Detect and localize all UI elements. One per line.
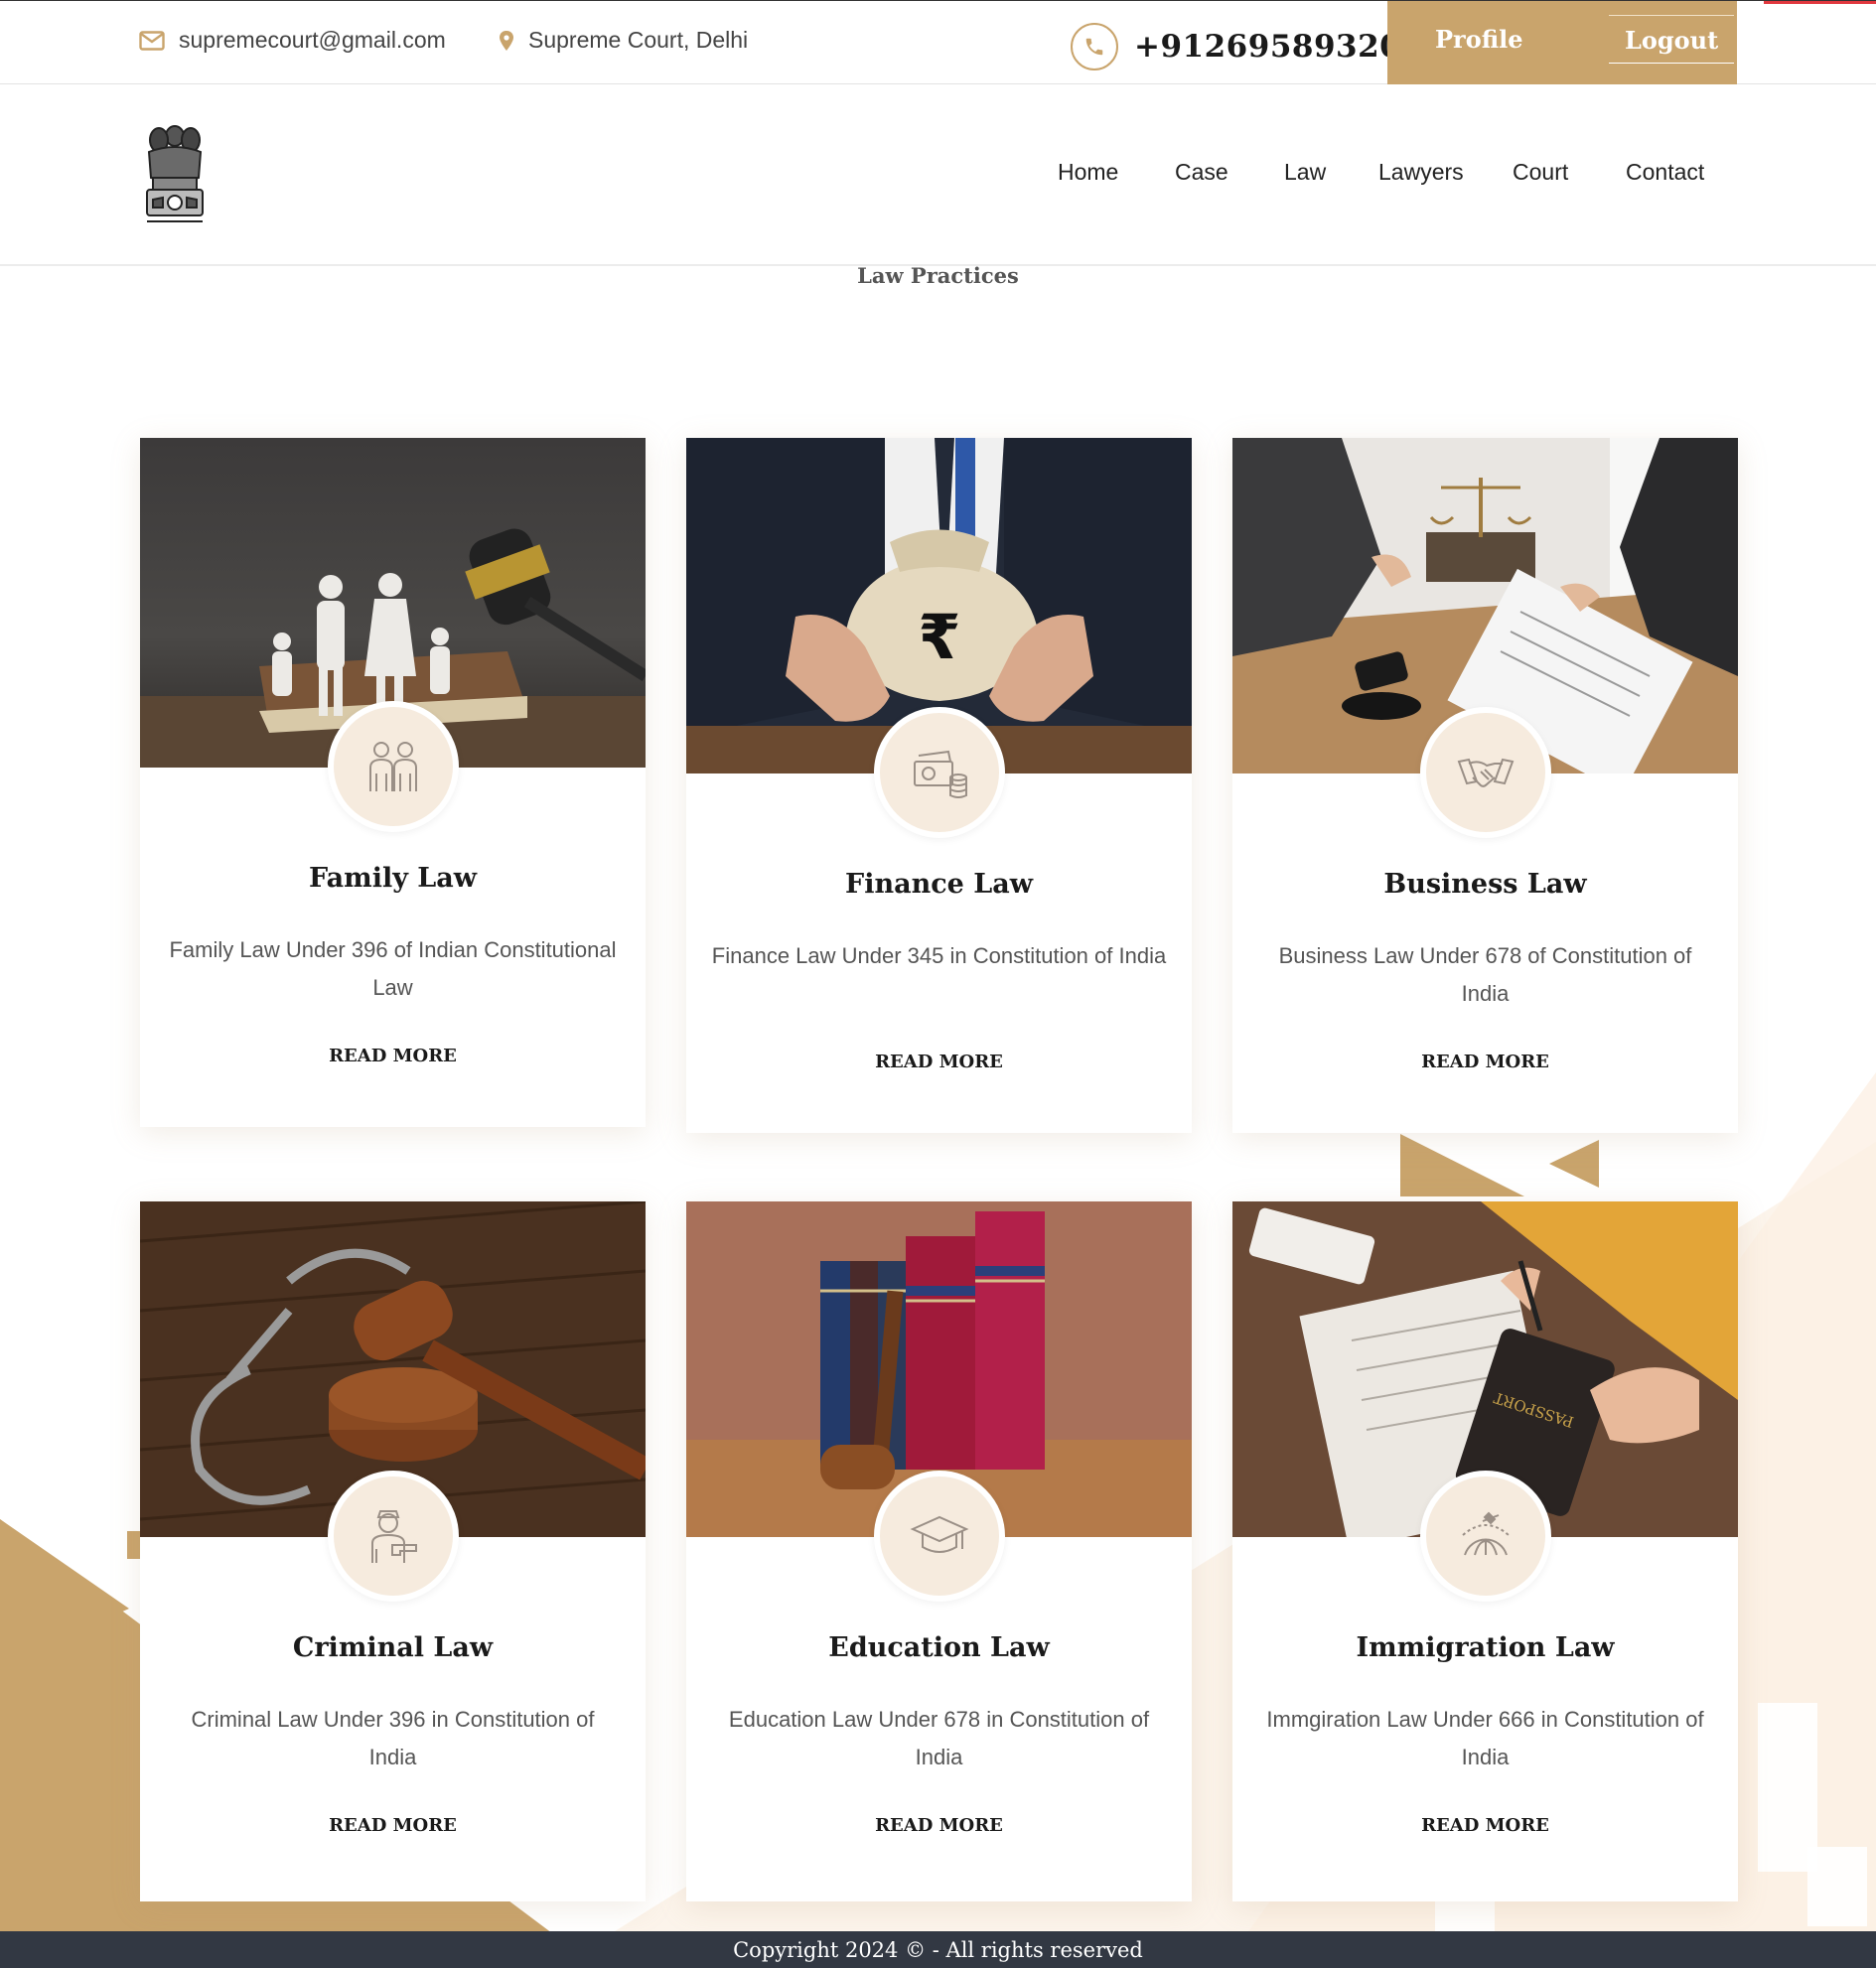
family-icon bbox=[328, 701, 459, 832]
email-text: supremecourt@gmail.com bbox=[179, 27, 446, 53]
practice-card-immigration-law: PASSPORT Immigration Law Immgiration Law… bbox=[1232, 1201, 1738, 1901]
section-title: Law Practices bbox=[857, 263, 1019, 288]
copyright-text: Copyright 2024 © - All rights reserved bbox=[733, 1938, 1143, 1962]
nav-lawyers[interactable]: Lawyers bbox=[1378, 159, 1464, 186]
money-icon bbox=[874, 707, 1005, 838]
card-description: Business Law Under 678 of Constitution o… bbox=[1278, 943, 1692, 1006]
map-pin-icon bbox=[500, 30, 513, 51]
graduation-cap-icon bbox=[874, 1471, 1005, 1602]
top-bar: supremecourt@gmail.com Supreme Court, De… bbox=[0, 0, 1876, 84]
read-more-link[interactable]: READ MORE bbox=[686, 1052, 1192, 1072]
footer: Copyright 2024 © - All rights reserved bbox=[0, 1931, 1876, 1968]
card-title: Immigration Law bbox=[1356, 1632, 1615, 1663]
email-contact[interactable]: supremecourt@gmail.com bbox=[139, 27, 446, 54]
nav-case[interactable]: Case bbox=[1175, 159, 1228, 186]
read-more-link[interactable]: READ MORE bbox=[140, 1046, 646, 1066]
svg-text:₹: ₹ bbox=[918, 601, 960, 673]
card-description: Family Law Under 396 of Indian Constitut… bbox=[169, 937, 617, 1000]
practice-card-education-law: Education Law Education Law Under 678 in… bbox=[686, 1201, 1192, 1901]
location-contact: Supreme Court, Delhi bbox=[499, 27, 748, 54]
logout-button[interactable]: Logout bbox=[1609, 15, 1735, 64]
read-more-link[interactable]: READ MORE bbox=[1232, 1052, 1738, 1072]
main-header: Home Case Law Lawyers Court Contact bbox=[0, 84, 1876, 266]
practice-card-finance-law: ₹ Finance Law Finance Law Under 345 in C… bbox=[686, 438, 1192, 1133]
card-description: Immgiration Law Under 666 in Constitutio… bbox=[1266, 1707, 1704, 1769]
practice-card-family-law: Family Law Family Law Under 396 of India… bbox=[140, 438, 646, 1127]
card-title: Criminal Law bbox=[292, 1632, 494, 1663]
practice-card-criminal-law: Criminal Law Criminal Law Under 396 in C… bbox=[140, 1201, 646, 1901]
read-more-link[interactable]: READ MORE bbox=[140, 1815, 646, 1836]
phone-number: +912695893200 bbox=[1134, 29, 1424, 65]
nav-court[interactable]: Court bbox=[1513, 159, 1568, 186]
card-description: Finance Law Under 345 in Constitution of… bbox=[711, 943, 1167, 968]
profile-button[interactable]: Profile bbox=[1435, 25, 1523, 54]
card-title: Finance Law bbox=[845, 869, 1033, 900]
envelope-icon bbox=[139, 30, 165, 51]
card-title: Education Law bbox=[828, 1632, 1050, 1663]
phone-contact[interactable]: +912695893200 bbox=[1071, 23, 1423, 70]
auth-panel: Profile Logout bbox=[1387, 1, 1737, 84]
airplane-globe-icon bbox=[1420, 1471, 1551, 1602]
read-more-link[interactable]: READ MORE bbox=[1232, 1815, 1738, 1836]
card-title: Business Law bbox=[1383, 869, 1587, 900]
accent-line bbox=[1764, 1, 1876, 4]
card-description: Criminal Law Under 396 in Constitution o… bbox=[191, 1707, 595, 1769]
card-title: Family Law bbox=[308, 863, 478, 894]
practice-card-business-law: Business Law Business Law Under 678 of C… bbox=[1232, 438, 1738, 1133]
location-text: Supreme Court, Delhi bbox=[528, 27, 749, 53]
nav-law[interactable]: Law bbox=[1284, 159, 1326, 186]
handshake-icon bbox=[1420, 707, 1551, 838]
national-emblem-logo[interactable] bbox=[139, 118, 211, 227]
nav-home[interactable]: Home bbox=[1058, 159, 1118, 186]
nav-contact[interactable]: Contact bbox=[1626, 159, 1704, 186]
read-more-link[interactable]: READ MORE bbox=[686, 1815, 1192, 1836]
phone-icon bbox=[1071, 23, 1118, 70]
card-description: Education Law Under 678 in Constitution … bbox=[728, 1707, 1150, 1769]
criminal-icon bbox=[328, 1471, 459, 1602]
